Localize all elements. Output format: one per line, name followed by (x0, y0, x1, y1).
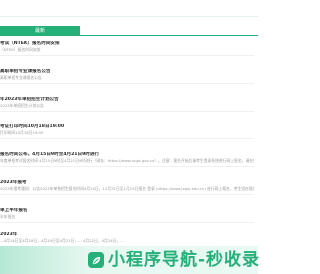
divider (0, 222, 254, 223)
app-banner[interactable]: 小程序导航-秒收录 (0, 246, 261, 274)
tab-latest[interactable]: 最新 (0, 26, 80, 36)
list-item-desc: 打印时间10月18日19:00 (0, 130, 44, 135)
list-item-desc: 2023年单招招生计划公告 (0, 103, 44, 108)
list-item[interactable]: 高职单招专业课报名公告 高职单招专业课报名公告 (0, 69, 254, 84)
list-item-desc: 半年报名 (0, 214, 16, 219)
list-item[interactable]: 2023年报考 2023年报考通知：公告2023年单独招生报名时间4月15日，1… (0, 180, 254, 195)
tab-bar: 最新 (0, 26, 258, 36)
list-item-desc: 高职单招专业课报名公告 (0, 75, 42, 80)
list-item[interactable]: 考试（NTEK）报名时间安排 （NTEK）报名时间安排 (0, 41, 254, 56)
list-item[interactable]: 年2023年单招招生计划公告 2023年单招招生计划公告 (0, 97, 254, 112)
divider (0, 55, 254, 56)
list-item[interactable]: 报名时间公布，4月15日9时至4月21日9时进行 年度单招考试报名时间 4月15… (0, 152, 254, 167)
leaf-icon (88, 252, 104, 268)
tab-underline (80, 35, 258, 36)
list-item-desc: （NTEK）报名时间安排 (0, 47, 41, 52)
list-item[interactable]: 2023年 ...4月14日至4月18日，4月19日至4月21日，... 4月2… (0, 232, 254, 243)
list-item[interactable]: 考证打印时间10月18日19:00 打印时间10月18日19:00 (0, 124, 254, 139)
list-item-desc: 2023年报考通知：公告2023年单独招生报名时间4月15日，12月31日至1月… (0, 186, 254, 191)
divider (0, 166, 254, 167)
divider (0, 138, 254, 139)
list-item-desc: 年度单招考试报名时间 4月15日9时至4月21日9时进行（网址：https://… (0, 158, 254, 163)
list-item[interactable]: 单上半年报名 半年报名 (0, 208, 254, 223)
header-divider (0, 16, 258, 17)
divider (0, 194, 254, 195)
banner-text: 小程序导航-秒收录 (108, 250, 261, 270)
divider (0, 111, 254, 112)
divider (0, 83, 254, 84)
list-item-desc: ...4月14日至4月18日，4月19日至4月21日，... 4月22日，4月2… (0, 238, 124, 243)
